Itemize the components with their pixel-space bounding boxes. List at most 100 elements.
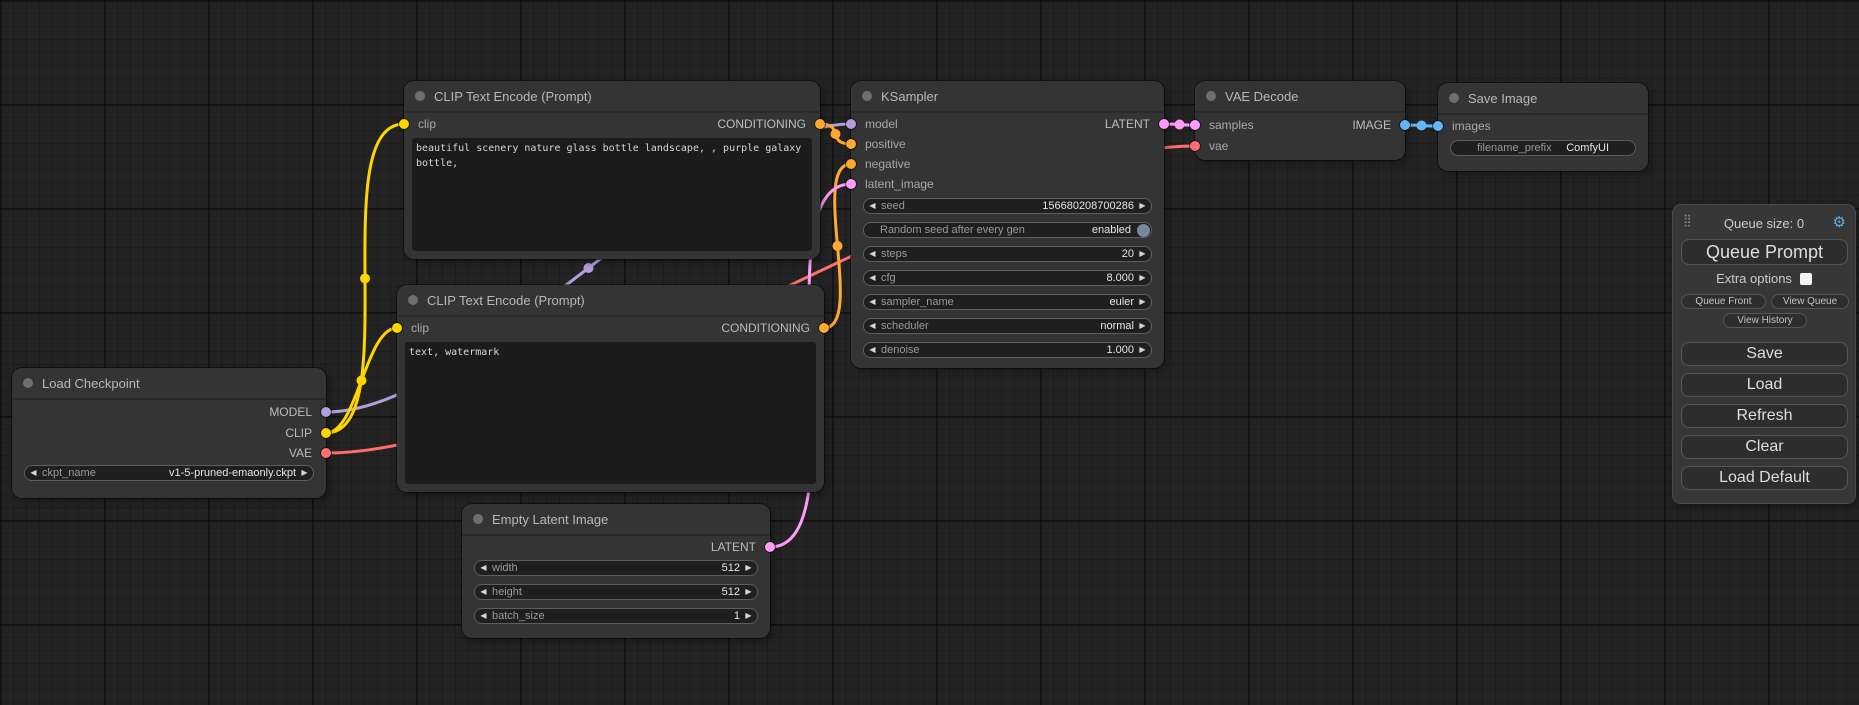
input-slot-clip[interactable] [392,323,402,333]
node-title-bar[interactable]: VAE Decode [1195,81,1405,113]
output-slot-conditioning[interactable] [819,323,829,333]
prev-value-arrow-icon[interactable]: ◀ [25,466,42,480]
widget-value: enabled [1092,223,1131,237]
settings-gear-icon[interactable]: ⚙ [1833,213,1846,231]
collapse-dot[interactable] [408,295,418,305]
widget-cfg[interactable]: ◀ cfg 8.000 ▶ [863,270,1152,286]
clear-button[interactable]: Clear [1681,435,1848,459]
increment-arrow-icon[interactable]: ▶ [1134,343,1151,357]
collapse-dot[interactable] [1206,91,1216,101]
node-title-bar[interactable]: Save Image [1438,83,1648,115]
widget-label: steps [881,247,1122,261]
negative-prompt-textarea[interactable]: text, watermark [405,342,816,484]
input-slot-images[interactable] [1433,121,1443,131]
prev-value-arrow-icon[interactable]: ◀ [864,319,881,333]
increment-arrow-icon[interactable]: ▶ [1134,199,1151,213]
node-save-image[interactable]: Save Image images filename_prefix ComfyU… [1438,83,1648,171]
link-midpoint-dot[interactable] [1417,121,1427,131]
input-slot-vae[interactable] [1190,141,1200,151]
link-midpoint-dot[interactable] [831,129,841,139]
widget-scheduler[interactable]: ◀ scheduler normal ▶ [863,318,1152,334]
node-title-bar[interactable]: KSampler [851,81,1164,113]
increment-arrow-icon[interactable]: ▶ [740,561,757,575]
decrement-arrow-icon[interactable]: ◀ [864,199,881,213]
next-value-arrow-icon[interactable]: ▶ [1134,319,1151,333]
view-queue-button[interactable]: View Queue [1771,294,1849,309]
graph-canvas[interactable]: CLIP Text Encode (Prompt) clip CONDITION… [0,0,1859,705]
widget-steps[interactable]: ◀ steps 20 ▶ [863,246,1152,262]
decrement-arrow-icon[interactable]: ◀ [475,561,492,575]
node-vae-decode[interactable]: VAE Decode samples IMAGE vae [1195,81,1405,160]
collapse-dot[interactable] [415,91,425,101]
decrement-arrow-icon[interactable]: ◀ [864,271,881,285]
widget-width[interactable]: ◀ width 512 ▶ [474,560,758,576]
node-ksampler[interactable]: KSampler model LATENT positive negative … [851,81,1164,368]
decrement-arrow-icon[interactable]: ◀ [475,585,492,599]
widget-label: seed [881,199,1042,213]
queue-front-button[interactable]: Queue Front [1681,294,1766,309]
increment-arrow-icon[interactable]: ▶ [1134,271,1151,285]
collapse-dot[interactable] [23,378,33,388]
link-midpoint-dot[interactable] [1175,120,1185,130]
increment-arrow-icon[interactable]: ▶ [740,609,757,623]
increment-arrow-icon[interactable]: ▶ [740,585,757,599]
positive-prompt-textarea[interactable]: beautiful scenery nature glass bottle la… [412,138,812,251]
input-slot-positive[interactable] [846,139,856,149]
output-slot-vae[interactable] [321,448,331,458]
save-button[interactable]: Save [1681,342,1848,366]
decrement-arrow-icon[interactable]: ◀ [864,343,881,357]
toggle-indicator[interactable] [1137,224,1150,237]
slot-row: CLIP [12,423,326,443]
output-slot-model[interactable] [321,407,331,417]
collapse-dot[interactable] [1449,93,1459,103]
widget-random-seed-toggle[interactable]: Random seed after every gen enabled [863,222,1152,238]
decrement-arrow-icon[interactable]: ◀ [864,247,881,261]
input-slot-clip[interactable] [399,119,409,129]
widget-ckpt-name[interactable]: ◀ ckpt_name v1-5-pruned-emaonly.ckpt ▶ [24,465,314,481]
input-label-images: images [1452,119,1491,133]
node-title-bar[interactable]: CLIP Text Encode (Prompt) [404,81,820,113]
link-midpoint-dot[interactable] [584,263,594,273]
next-value-arrow-icon[interactable]: ▶ [1134,295,1151,309]
node-empty-latent-image[interactable]: Empty Latent Image LATENT ◀ width 512 ▶ … [462,504,770,638]
widget-sampler-name[interactable]: ◀ sampler_name euler ▶ [863,294,1152,310]
node-load-checkpoint[interactable]: Load Checkpoint MODEL CLIP VAE ◀ ckpt_na… [12,368,326,498]
widget-height[interactable]: ◀ height 512 ▶ [474,584,758,600]
input-slot-negative[interactable] [846,159,856,169]
output-slot-latent[interactable] [765,542,775,552]
widget-label: ckpt_name [42,466,169,480]
load-button[interactable]: Load [1681,373,1848,397]
output-slot-clip[interactable] [321,428,331,438]
node-clip-text-encode-positive[interactable]: CLIP Text Encode (Prompt) clip CONDITION… [404,81,820,259]
increment-arrow-icon[interactable]: ▶ [1134,247,1151,261]
refresh-button[interactable]: Refresh [1681,404,1848,428]
link-midpoint-dot[interactable] [360,274,370,284]
input-slot-model[interactable] [846,119,856,129]
node-title-bar[interactable]: Load Checkpoint [12,368,326,400]
widget-denoise[interactable]: ◀ denoise 1.000 ▶ [863,342,1152,358]
output-slot-conditioning[interactable] [815,119,825,129]
load-default-button[interactable]: Load Default [1681,466,1848,490]
node-clip-text-encode-negative[interactable]: CLIP Text Encode (Prompt) clip CONDITION… [397,285,824,492]
prev-value-arrow-icon[interactable]: ◀ [864,295,881,309]
next-value-arrow-icon[interactable]: ▶ [296,466,313,480]
collapse-dot[interactable] [862,91,872,101]
widget-batch-size[interactable]: ◀ batch_size 1 ▶ [474,608,758,624]
link-midpoint-dot[interactable] [833,241,843,251]
node-title-bar[interactable]: Empty Latent Image [462,504,770,536]
link-midpoint-dot[interactable] [357,376,367,386]
widget-filename-prefix[interactable]: filename_prefix ComfyUI [1450,140,1636,156]
input-slot-latent-image[interactable] [846,179,856,189]
node-title: Save Image [1468,91,1537,106]
view-history-button[interactable]: View History [1723,313,1807,328]
node-title-bar[interactable]: CLIP Text Encode (Prompt) [397,285,824,317]
queue-prompt-button[interactable]: Queue Prompt [1681,239,1848,265]
collapse-dot[interactable] [473,514,483,524]
decrement-arrow-icon[interactable]: ◀ [475,609,492,623]
extra-options-checkbox[interactable] [1800,273,1812,285]
output-slot-image[interactable] [1400,120,1410,130]
output-slot-latent[interactable] [1159,119,1169,129]
widget-seed[interactable]: ◀ seed 156680208700286 ▶ [863,198,1152,214]
input-slot-samples[interactable] [1190,120,1200,130]
widget-label: cfg [881,271,1106,285]
